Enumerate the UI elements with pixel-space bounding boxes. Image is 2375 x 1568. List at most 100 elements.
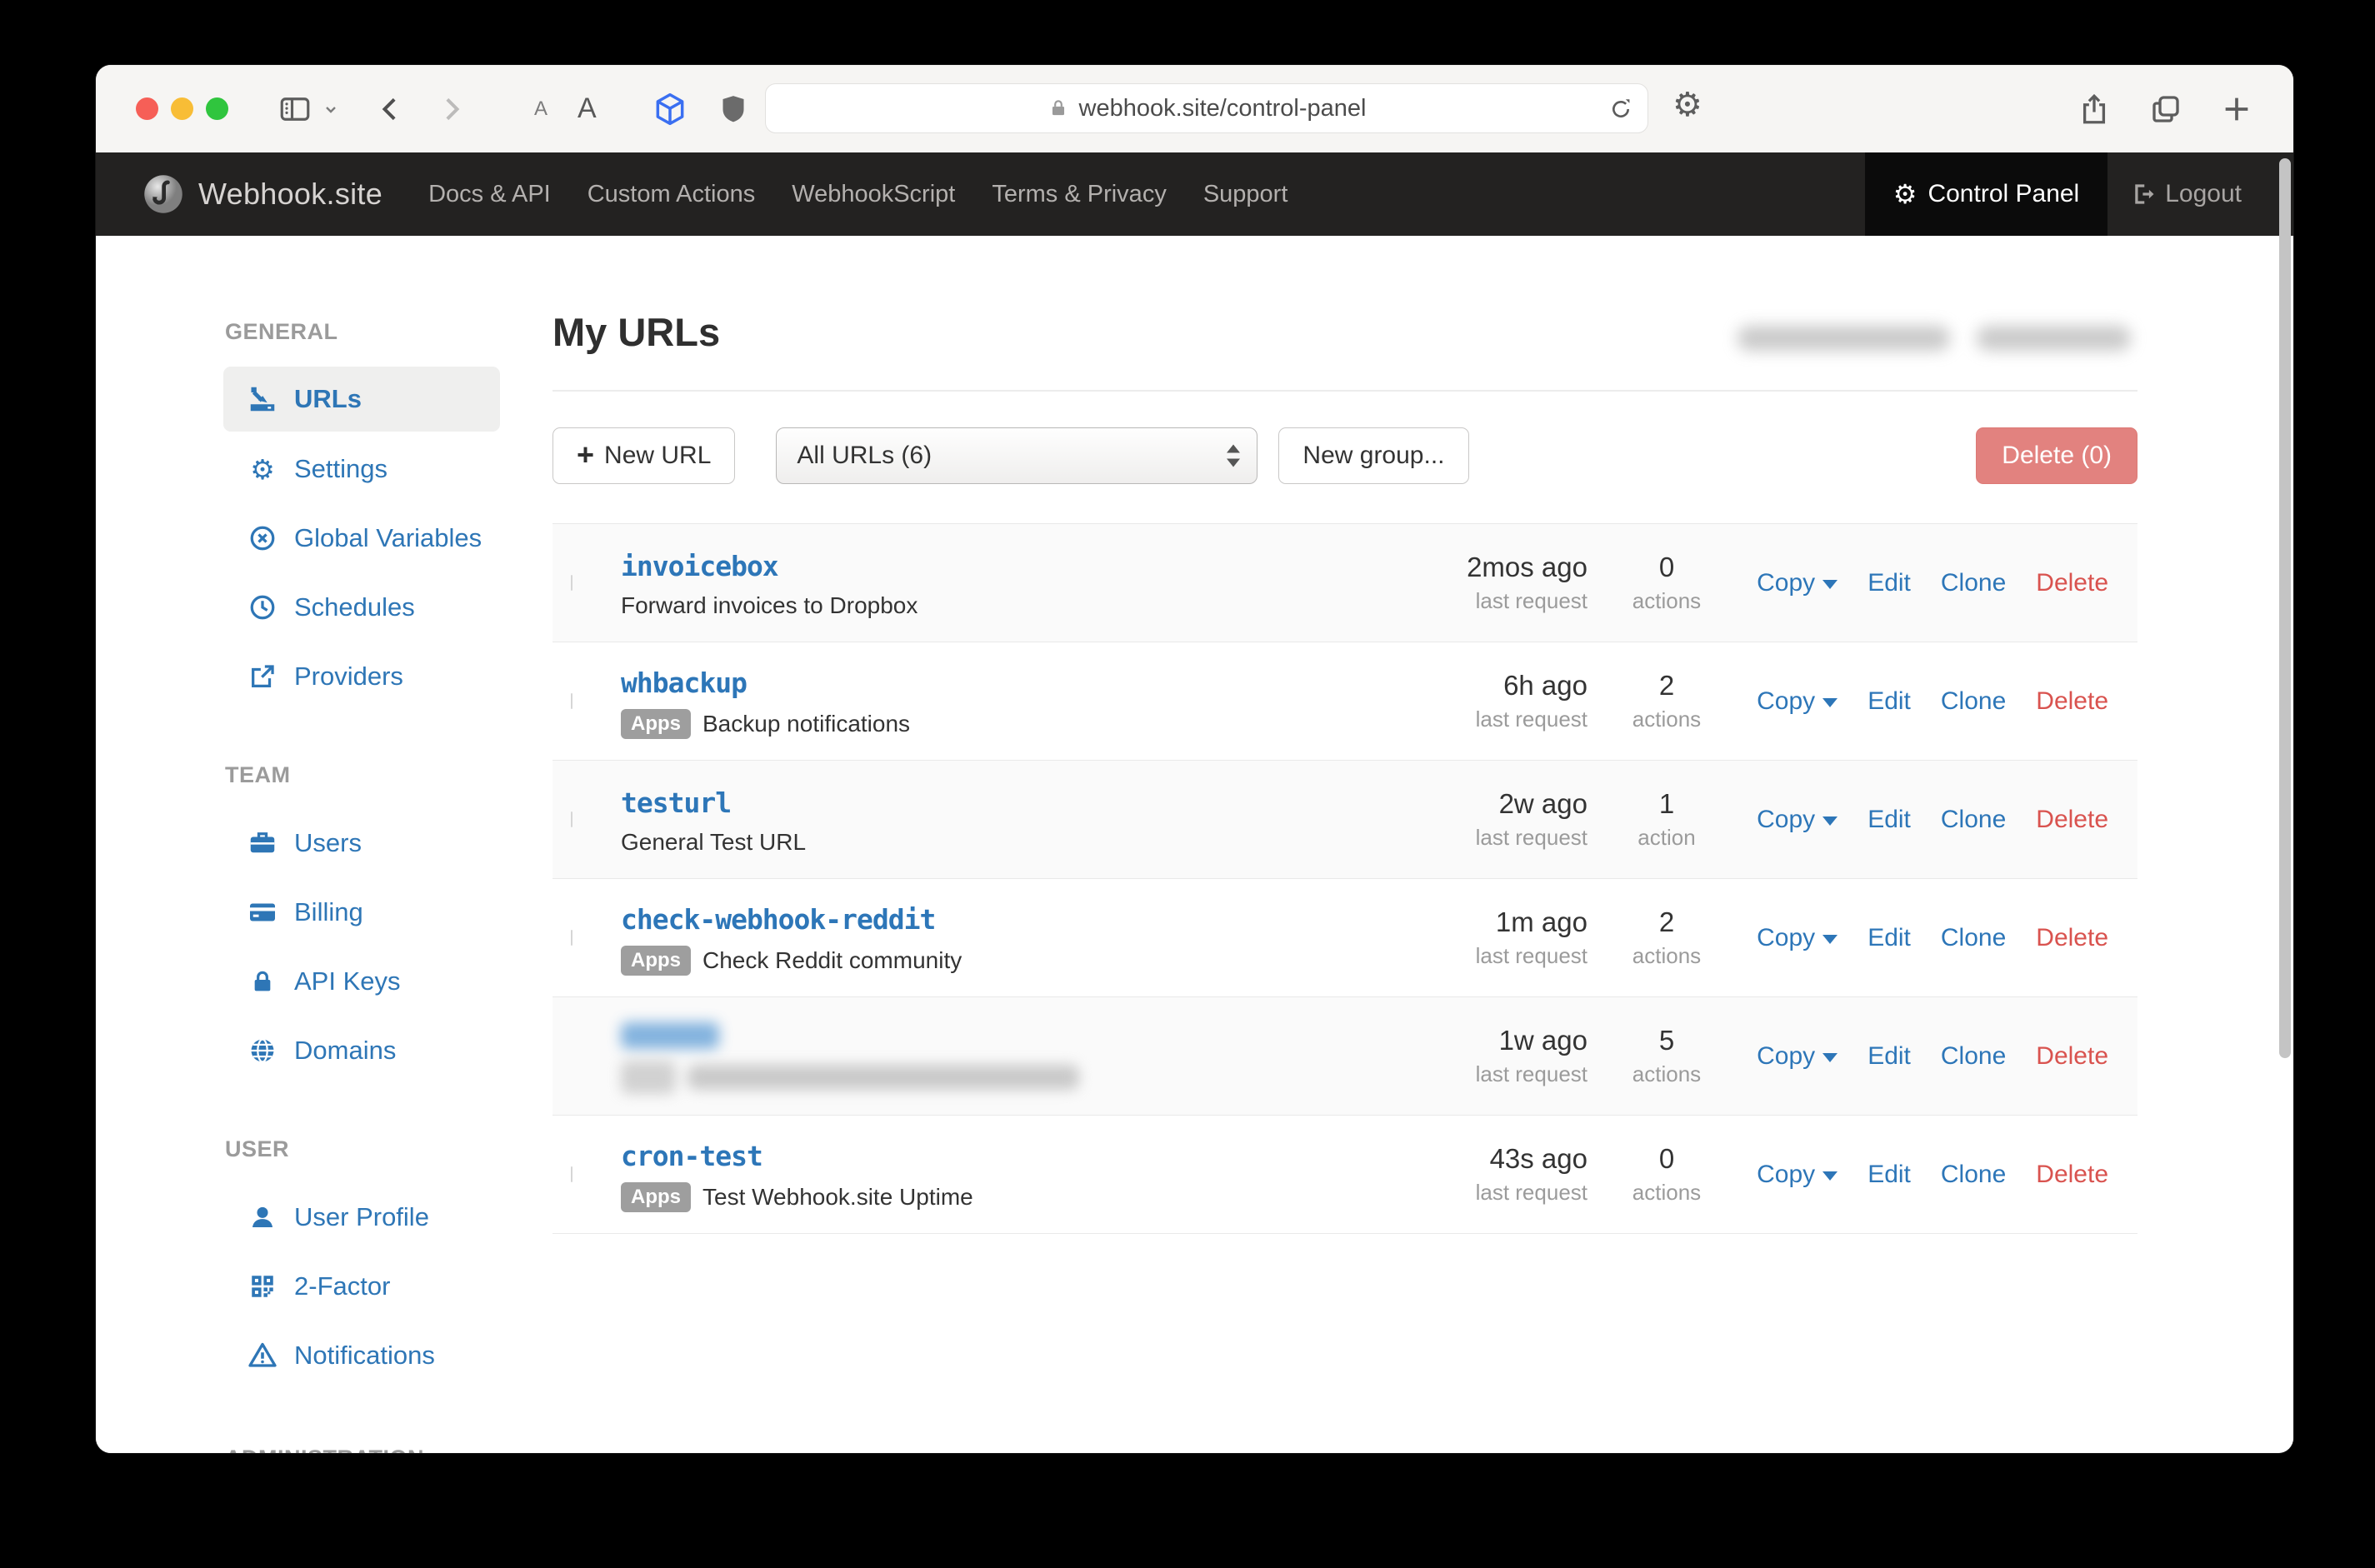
- chevron-down-icon[interactable]: [321, 99, 341, 119]
- sidebar-item-label: User Profile: [294, 1202, 429, 1232]
- new-group-button[interactable]: New group...: [1278, 427, 1468, 484]
- last-request-value: 1w ago: [1388, 1025, 1588, 1056]
- title-divider: [552, 390, 2138, 392]
- url-group-select[interactable]: All URLs (6): [776, 427, 1258, 484]
- delete-link[interactable]: Delete: [2036, 924, 2108, 952]
- tab-overview-icon[interactable]: [2148, 92, 2183, 127]
- nav-link-webhookscript[interactable]: WebhookScript: [792, 181, 955, 208]
- page-title: My URLs: [552, 309, 720, 355]
- clone-link[interactable]: Clone: [1941, 806, 2006, 834]
- share-icon[interactable]: [2077, 92, 2112, 127]
- last-request-label: last request: [1388, 943, 1588, 969]
- row-checkbox[interactable]: [571, 1166, 572, 1182]
- sidebar-item-settings[interactable]: ⚙ Settings: [223, 437, 500, 502]
- close-window-button[interactable]: [136, 97, 158, 120]
- sidebar-item-domains[interactable]: Domains: [223, 1018, 500, 1083]
- sidebar-item-label: API Keys: [294, 966, 401, 996]
- account-info-redacted: [1738, 326, 2131, 351]
- address-bar[interactable]: webhook.site/control-panel: [765, 83, 1648, 133]
- last-request-value: 2w ago: [1388, 788, 1588, 820]
- last-request-value: 43s ago: [1388, 1143, 1588, 1175]
- clone-link[interactable]: Clone: [1941, 1042, 2006, 1071]
- edit-link[interactable]: Edit: [1868, 569, 1911, 597]
- settings-gear-icon[interactable]: ⚙: [1672, 88, 1702, 122]
- sidebar-item-api-keys[interactable]: API Keys: [223, 949, 500, 1014]
- url-description: Test Webhook.site Uptime: [702, 1184, 973, 1211]
- delete-link[interactable]: Delete: [2036, 687, 2108, 716]
- delete-link[interactable]: Delete: [2036, 569, 2108, 597]
- nav-link-docs-api[interactable]: Docs & API: [428, 181, 551, 208]
- copy-link[interactable]: Copy: [1757, 1161, 1838, 1189]
- scrollbar-thumb[interactable]: [2279, 158, 2291, 1058]
- delete-selected-button[interactable]: Delete (0): [1976, 427, 2138, 484]
- url-name-link[interactable]: testurl: [621, 786, 731, 819]
- sidebar-item-users[interactable]: Users: [223, 811, 500, 876]
- edit-link[interactable]: Edit: [1868, 687, 1911, 716]
- traffic-lights: [136, 97, 241, 120]
- select-stepper-icon: [1227, 445, 1240, 467]
- delete-link[interactable]: Delete: [2036, 1161, 2108, 1189]
- actions-count: 0: [1588, 552, 1746, 583]
- back-button[interactable]: [374, 92, 408, 126]
- url-name-link[interactable]: check-webhook-reddit: [621, 903, 935, 936]
- briefcase-icon: [246, 828, 279, 858]
- minimize-window-button[interactable]: [171, 97, 193, 120]
- control-panel-button[interactable]: ⚙ Control Panel: [1865, 152, 2108, 236]
- sidebar-item-user-profile[interactable]: User Profile: [223, 1185, 500, 1250]
- row-checkbox[interactable]: [571, 930, 572, 946]
- caret-down-icon: [1822, 580, 1838, 589]
- content-blocker-shield-icon[interactable]: [717, 92, 750, 126]
- sidebar-item-global-variables[interactable]: Global Variables: [223, 506, 500, 571]
- logout-button[interactable]: Logout: [2108, 152, 2293, 236]
- clone-link[interactable]: Clone: [1941, 569, 2006, 597]
- edit-link[interactable]: Edit: [1868, 1161, 1911, 1189]
- url-name-link[interactable]: invoicebox: [621, 550, 778, 582]
- forward-button[interactable]: [434, 92, 468, 126]
- url-name-link[interactable]: cron-test: [621, 1140, 762, 1172]
- copy-link[interactable]: Copy: [1757, 1042, 1838, 1071]
- reload-icon[interactable]: [1608, 96, 1634, 122]
- delete-link[interactable]: Delete: [2036, 1042, 2108, 1071]
- copy-link[interactable]: Copy: [1757, 569, 1838, 597]
- row-checkbox[interactable]: [571, 811, 572, 827]
- clone-link[interactable]: Clone: [1941, 924, 2006, 952]
- decrease-text-size-button[interactable]: A: [519, 97, 562, 121]
- sidebar-item-urls[interactable]: URLs: [223, 367, 500, 432]
- nav-link-support[interactable]: Support: [1203, 181, 1288, 208]
- zoom-window-button[interactable]: [206, 97, 228, 120]
- delete-link[interactable]: Delete: [2036, 806, 2108, 834]
- last-request-label: last request: [1388, 825, 1588, 851]
- brand[interactable]: Webhook.site: [142, 172, 382, 216]
- url-toolbar: + New URL All URLs (6) New group... Dele…: [552, 427, 2138, 484]
- sidebar-toggle-icon[interactable]: [278, 92, 312, 127]
- sidebar-item-billing[interactable]: Billing: [223, 880, 500, 945]
- copy-link[interactable]: Copy: [1757, 924, 1838, 952]
- edit-link[interactable]: Edit: [1868, 1042, 1911, 1071]
- table-row-redacted: 1w ago last request 5 actions Copy Edit …: [552, 997, 2138, 1116]
- url-name-link[interactable]: whbackup: [621, 667, 747, 699]
- new-tab-icon[interactable]: [2220, 92, 2253, 126]
- nav-link-custom-actions[interactable]: Custom Actions: [588, 181, 755, 208]
- increase-text-size-button[interactable]: A: [562, 92, 612, 125]
- row-checkbox[interactable]: [571, 575, 572, 591]
- edit-link[interactable]: Edit: [1868, 806, 1911, 834]
- sidebar-item-schedules[interactable]: Schedules: [223, 575, 500, 640]
- new-url-button[interactable]: + New URL: [552, 427, 735, 484]
- nav-link-terms-privacy[interactable]: Terms & Privacy: [992, 181, 1166, 208]
- sidebar-item-label: Providers: [294, 662, 403, 692]
- sidebar-item-2-factor[interactable]: 2-Factor: [223, 1254, 500, 1319]
- sidebar-item-label: Global Variables: [294, 523, 482, 553]
- clone-link[interactable]: Clone: [1941, 1161, 2006, 1189]
- webhook-site-logo: [142, 172, 185, 216]
- actions-label: action: [1588, 825, 1746, 851]
- clone-link[interactable]: Clone: [1941, 687, 2006, 716]
- extension-cube-icon[interactable]: [652, 91, 688, 127]
- sidebar-item-providers[interactable]: Providers: [223, 644, 500, 709]
- copy-link[interactable]: Copy: [1757, 687, 1838, 716]
- copy-link[interactable]: Copy: [1757, 806, 1838, 834]
- share-arrow-icon: [246, 662, 279, 691]
- sidebar-item-notifications[interactable]: Notifications: [223, 1323, 500, 1388]
- edit-link[interactable]: Edit: [1868, 924, 1911, 952]
- row-checkbox[interactable]: [571, 693, 572, 709]
- gear-icon: ⚙: [1893, 181, 1918, 207]
